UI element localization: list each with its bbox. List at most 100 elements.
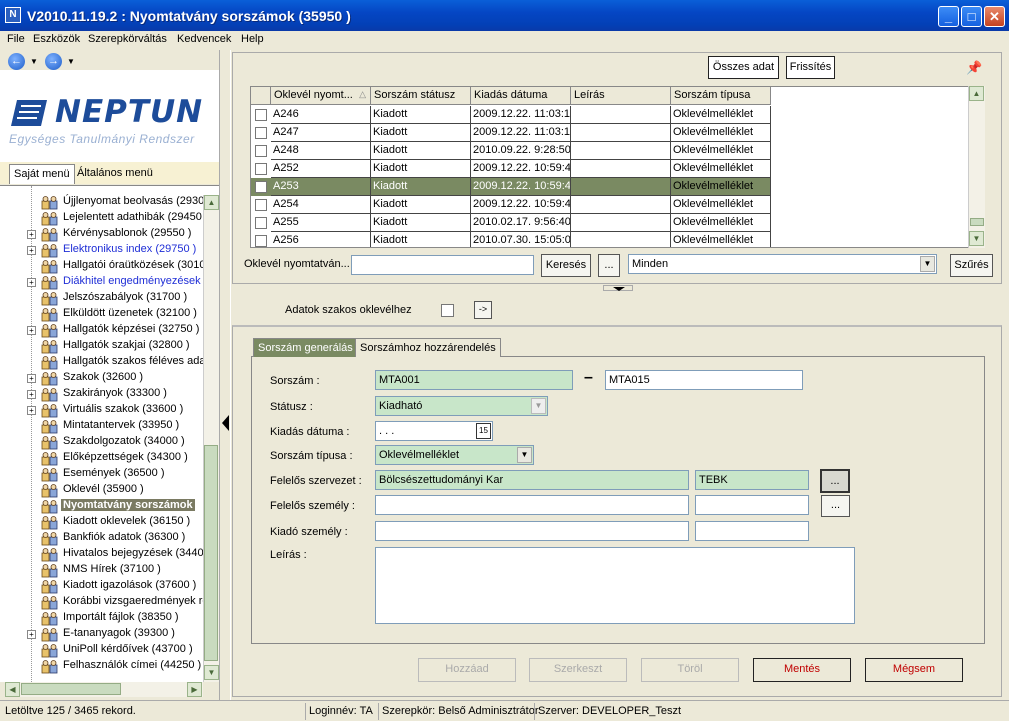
table-cell[interactable]: 2010.02.17. 9:56:40 bbox=[471, 214, 571, 232]
tab-own-menu[interactable]: Saját menü bbox=[9, 164, 75, 184]
status-select[interactable]: Kiadható ▼ bbox=[375, 396, 548, 416]
scroll-down-icon[interactable]: ▼ bbox=[204, 665, 219, 680]
grid-scroll-up-icon[interactable]: ▲ bbox=[969, 86, 984, 101]
filter-select[interactable]: Minden ▼ bbox=[628, 254, 937, 274]
scroll-up-icon[interactable]: ▲ bbox=[204, 195, 219, 210]
hscroll-thumb[interactable] bbox=[21, 683, 121, 695]
tree-item[interactable]: Hallgatók szakjai (32800 ) bbox=[0, 338, 204, 354]
scroll-right-icon[interactable]: ▶ bbox=[187, 682, 202, 697]
table-cell[interactable]: A248 bbox=[271, 142, 371, 160]
scroll-left-icon[interactable]: ◀ bbox=[5, 682, 20, 697]
table-cell[interactable] bbox=[571, 214, 671, 232]
responsible-org-code[interactable]: TEBK bbox=[695, 470, 809, 490]
tree-item[interactable]: + Kérvénysablonok (29550 ) bbox=[0, 226, 204, 242]
expand-plus-icon[interactable]: + bbox=[27, 374, 36, 383]
person-lookup-button[interactable]: ... bbox=[821, 495, 850, 517]
expand-plus-icon[interactable]: + bbox=[27, 630, 36, 639]
row-checkbox[interactable] bbox=[255, 235, 267, 247]
grid-column-header[interactable]: Oklevél nyomt... △ bbox=[271, 87, 371, 105]
table-cell[interactable] bbox=[571, 178, 671, 196]
tree-item[interactable]: + E-tananyagok (39300 ) bbox=[0, 626, 204, 642]
filter-button[interactable]: Szűrés bbox=[950, 254, 993, 277]
tree-item[interactable]: NMS Hírek (37100 ) bbox=[0, 562, 204, 578]
table-cell[interactable] bbox=[571, 106, 671, 124]
table-cell[interactable]: Oklevélmelléklet bbox=[671, 160, 771, 178]
tree-item[interactable]: Szakdolgozatok (34000 ) bbox=[0, 434, 204, 450]
row-checkbox[interactable] bbox=[255, 199, 267, 211]
expand-plus-icon[interactable]: + bbox=[27, 278, 36, 287]
table-cell[interactable] bbox=[571, 160, 671, 178]
grid-scroll-thumb[interactable] bbox=[970, 218, 984, 226]
table-cell[interactable]: Kiadott bbox=[371, 142, 471, 160]
major-data-checkbox[interactable] bbox=[441, 304, 454, 317]
tree-item[interactable]: Felhasználók címei (44250 ) bbox=[0, 658, 204, 674]
tree-item[interactable]: Újjlenyomat beolvasás (29300 bbox=[0, 194, 210, 210]
grid-vertical-scrollbar[interactable]: ▲ ▼ bbox=[968, 86, 985, 248]
tree-item[interactable]: + Szakok (32600 ) bbox=[0, 370, 204, 386]
row-checkbox[interactable] bbox=[255, 145, 267, 157]
table-cell[interactable]: A254 bbox=[271, 196, 371, 214]
table-cell[interactable]: Oklevélmelléklet bbox=[671, 178, 771, 196]
tree-item[interactable]: Mintatantervek (33950 ) bbox=[0, 418, 204, 434]
responsible-org-input[interactable]: Bölcsészettudományi Kar bbox=[375, 470, 689, 490]
expand-plus-icon[interactable]: + bbox=[27, 406, 36, 415]
tree-item[interactable]: Oklevél (35900 ) bbox=[0, 482, 204, 498]
table-cell[interactable]: A253 bbox=[271, 178, 371, 196]
table-cell[interactable]: Oklevélmelléklet bbox=[671, 214, 771, 232]
table-cell[interactable]: Oklevélmelléklet bbox=[671, 196, 771, 214]
tree-item[interactable]: + Szakirányok (33300 ) bbox=[0, 386, 204, 402]
table-cell[interactable]: Kiadott bbox=[371, 196, 471, 214]
grid-column-header[interactable]: Sorszám típusa bbox=[671, 87, 771, 105]
expand-plus-icon[interactable]: + bbox=[27, 230, 36, 239]
row-checkbox[interactable] bbox=[255, 217, 267, 229]
menu-role-switch[interactable]: Szerepkörváltás bbox=[88, 33, 167, 45]
tree-item[interactable]: Lejelentett adathibák (29450 bbox=[0, 210, 204, 226]
table-cell[interactable] bbox=[571, 196, 671, 214]
table-cell[interactable]: 2009.12.22. 10:59:4 bbox=[471, 160, 571, 178]
expand-plus-icon[interactable]: + bbox=[27, 246, 36, 255]
table-cell[interactable]: A255 bbox=[271, 214, 371, 232]
issuer-person-input[interactable] bbox=[375, 521, 689, 541]
table-cell[interactable]: Kiadott bbox=[371, 214, 471, 232]
add-button[interactable]: Hozzáad bbox=[418, 658, 516, 682]
tree-item[interactable]: Jelszószabályok (31700 ) bbox=[0, 290, 204, 306]
table-cell[interactable] bbox=[571, 124, 671, 142]
collapse-panel-icon[interactable] bbox=[603, 285, 633, 291]
tree-vertical-scrollbar[interactable]: ▲ ▼ bbox=[203, 195, 219, 682]
table-cell[interactable]: 2009.12.22. 10:59:4 bbox=[471, 196, 571, 214]
tree-item[interactable]: Nyomtatvány sorszámok bbox=[0, 498, 204, 514]
status-chevron-down-icon[interactable]: ▼ bbox=[531, 398, 546, 414]
serial-from-input[interactable]: MTA001 bbox=[375, 370, 573, 390]
chevron-down-icon[interactable]: ▼ bbox=[920, 256, 935, 272]
tree-item[interactable]: Események (36500 ) bbox=[0, 466, 204, 482]
table-cell[interactable]: Oklevélmelléklet bbox=[671, 106, 771, 124]
table-cell[interactable]: Oklevélmelléklet bbox=[671, 232, 771, 247]
tree-item[interactable]: + Virtuális szakok (33600 ) bbox=[0, 402, 204, 418]
expand-plus-icon[interactable]: + bbox=[27, 390, 36, 399]
table-cell[interactable]: Kiadott bbox=[371, 178, 471, 196]
back-arrow-icon[interactable]: ← bbox=[8, 53, 25, 70]
responsible-person-input[interactable] bbox=[375, 495, 689, 515]
menu-help[interactable]: Help bbox=[241, 33, 264, 45]
table-cell[interactable]: 2009.12.22. 11:03:1 bbox=[471, 106, 571, 124]
table-cell[interactable] bbox=[571, 232, 671, 247]
grid-column-header[interactable]: Kiadás dátuma bbox=[471, 87, 571, 105]
minimize-button[interactable]: _ bbox=[938, 6, 959, 27]
maximize-button[interactable]: □ bbox=[961, 6, 982, 27]
table-cell[interactable]: Oklevélmelléklet bbox=[671, 142, 771, 160]
close-button[interactable]: ✕ bbox=[984, 6, 1005, 27]
tab-number-assignment[interactable]: Sorszámhoz hozzárendelés bbox=[355, 338, 501, 357]
tree-item[interactable]: Hallgatói óraütközések (3010 bbox=[0, 258, 205, 274]
serial-type-chevron-down-icon[interactable]: ▼ bbox=[517, 447, 532, 463]
tree-item[interactable]: UniPoll kérdőívek (43700 ) bbox=[0, 642, 204, 658]
tree-item[interactable]: Importált fájlok (38350 ) bbox=[0, 610, 204, 626]
tab-number-generation[interactable]: Sorszám generálás bbox=[253, 338, 358, 357]
table-cell[interactable]: Kiadott bbox=[371, 124, 471, 142]
table-cell[interactable]: Kiadott bbox=[371, 160, 471, 178]
table-cell[interactable]: A252 bbox=[271, 160, 371, 178]
row-checkbox[interactable] bbox=[255, 127, 267, 139]
table-cell[interactable]: Kiadott bbox=[371, 232, 471, 247]
cancel-button[interactable]: Mégsem bbox=[865, 658, 963, 682]
tab-general-menu[interactable]: Általános menü bbox=[73, 164, 157, 184]
org-lookup-button[interactable]: ... bbox=[820, 469, 850, 493]
